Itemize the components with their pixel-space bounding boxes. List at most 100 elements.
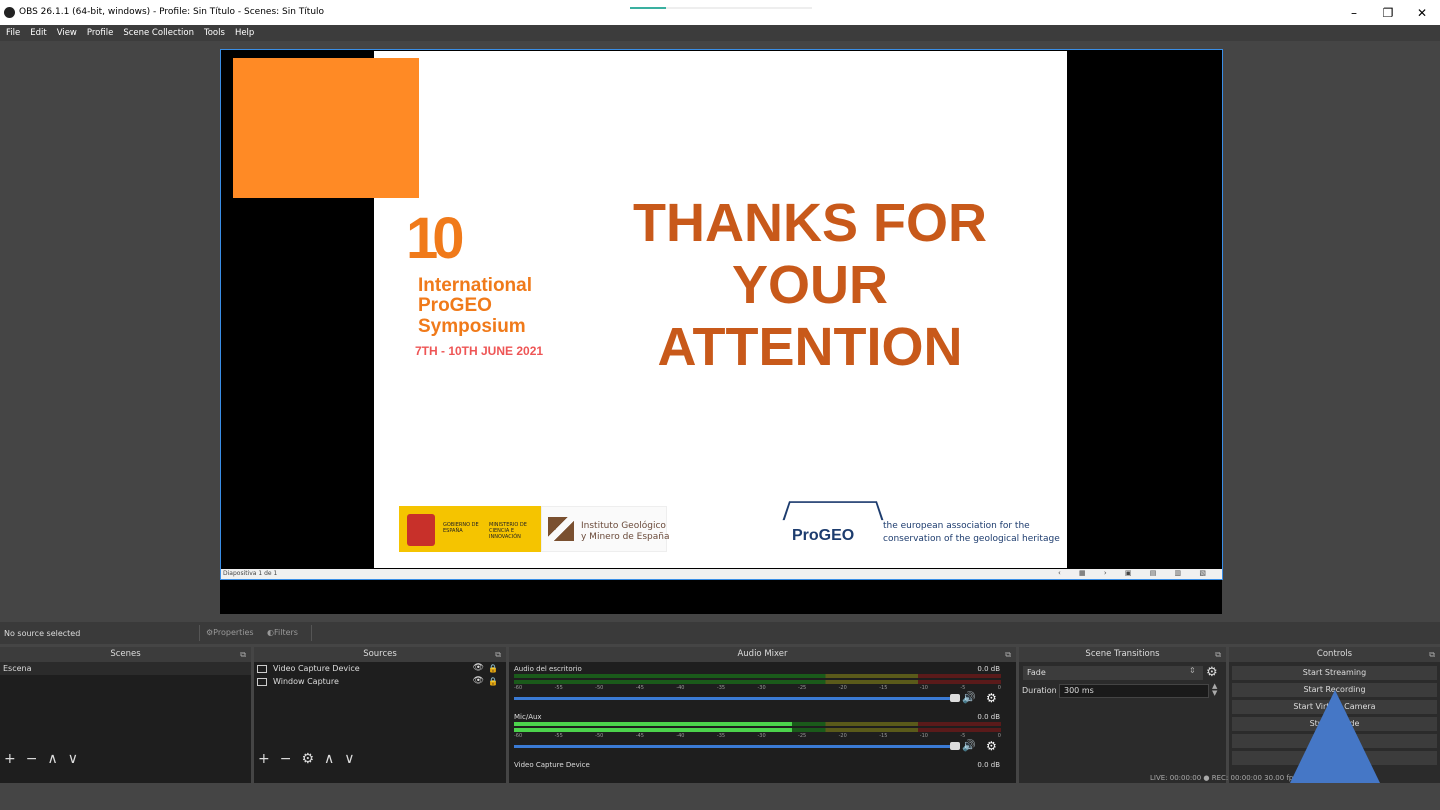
meter-tick-label: -45 bbox=[635, 685, 644, 691]
level-fill bbox=[514, 728, 792, 732]
lock-icon[interactable]: 🔒 bbox=[488, 662, 498, 675]
meter-tick-label: -35 bbox=[716, 733, 726, 739]
undock-icon[interactable]: ⧉ bbox=[240, 647, 246, 662]
move-up-icon[interactable]: ∧ bbox=[324, 750, 334, 768]
tab-indicator bbox=[630, 7, 812, 9]
level-meter bbox=[514, 680, 1001, 684]
scenes-dock: Scenes ⧉ Escena + − ∧ ∨ bbox=[0, 647, 251, 783]
lock-icon[interactable]: 🔒 bbox=[488, 675, 498, 688]
visibility-eye-icon[interactable]: 👁 bbox=[473, 675, 484, 688]
scenes-toolbar: + − ∧ ∨ bbox=[0, 750, 251, 768]
undock-icon[interactable]: ⧉ bbox=[1215, 647, 1221, 662]
filters-button[interactable]: ◐Filters bbox=[267, 628, 298, 637]
mixer-channel: Mic/Aux 0.0 dB -60 -55 -50 -45 -40 -35 -30 -25 -… bbox=[512, 712, 1016, 762]
menu-edit[interactable]: Edit bbox=[30, 25, 46, 41]
move-down-icon[interactable]: ∨ bbox=[344, 750, 354, 768]
transitions-header: Scene Transitions ⧉ bbox=[1019, 647, 1226, 662]
undock-icon[interactable]: ⧉ bbox=[1005, 647, 1011, 662]
meter-tick-label: -55 bbox=[554, 685, 563, 691]
gear-icon[interactable]: ⚙ bbox=[301, 750, 314, 768]
meter-ticks: -60 -55 -50 -45 -40 -35 -30 -25 -20 -15 -10 -5 0 bbox=[514, 685, 1001, 691]
transition-select[interactable]: Fade bbox=[1023, 666, 1203, 680]
scenes-title: Scenes bbox=[110, 649, 141, 659]
volume-slider[interactable] bbox=[514, 742, 960, 750]
duration-label: Duration bbox=[1022, 686, 1057, 695]
gear-icon[interactable]: ⚙ bbox=[986, 691, 997, 705]
meter-tick-label: 0 bbox=[997, 685, 1001, 691]
start-streaming-button[interactable]: Start Streaming bbox=[1232, 666, 1437, 680]
mixer-body: Audio del escritorio 0.0 dB -60 -55 -50 -45… bbox=[509, 662, 1016, 783]
sources-list: Video Capture Device 👁 🔒 Window Capture 👁 🔒 … bbox=[254, 662, 506, 783]
spinner-icon[interactable]: ▲ ▼ bbox=[1212, 683, 1217, 697]
controls-header: Controls ⧉ bbox=[1229, 647, 1440, 662]
obs-logo-icon bbox=[4, 7, 15, 18]
source-label: Window Capture bbox=[273, 677, 339, 686]
close-button[interactable]: ✕ bbox=[1408, 4, 1436, 22]
meter-tick-label: -30 bbox=[757, 733, 766, 739]
divider bbox=[311, 625, 312, 641]
scene-item[interactable]: Escena bbox=[0, 662, 251, 675]
mixer-title: Audio Mixer bbox=[737, 649, 788, 659]
channel-db: 0.0 dB bbox=[977, 713, 1000, 721]
menu-profile[interactable]: Profile bbox=[87, 25, 113, 41]
undock-icon[interactable]: ⧉ bbox=[1429, 647, 1435, 662]
menu-tools[interactable]: Tools bbox=[204, 25, 225, 41]
menu-bar: File Edit View Profile Scene Collection … bbox=[0, 25, 1440, 41]
sources-toolbar: + − ⚙ ∧ ∨ bbox=[254, 750, 506, 768]
speaker-icon[interactable]: 🔊 bbox=[962, 691, 976, 704]
meter-tick-label: -15 bbox=[879, 733, 888, 739]
meter-tick-label: -50 bbox=[595, 733, 604, 739]
channel-db: 0.0 dB bbox=[977, 665, 1000, 673]
status-bar: LIVE: 00:00:00 ● REC: 00:00:00 30.00 fps bbox=[1150, 774, 1297, 782]
meter-tick-label: -20 bbox=[838, 733, 847, 739]
level-meter bbox=[514, 728, 1001, 732]
menu-scene-collection[interactable]: Scene Collection bbox=[123, 25, 194, 41]
meter-tick-label: 0 bbox=[997, 733, 1001, 739]
duration-input[interactable]: 300 ms bbox=[1059, 684, 1209, 698]
source-item[interactable]: Video Capture Device 👁 🔒 bbox=[254, 662, 506, 675]
window-icon bbox=[257, 677, 267, 686]
channel-name: Mic/Aux bbox=[514, 713, 542, 721]
menu-help[interactable]: Help bbox=[235, 25, 254, 41]
minimize-button[interactable]: – bbox=[1340, 4, 1368, 22]
controls-title: Controls bbox=[1316, 649, 1353, 659]
remove-icon[interactable]: − bbox=[280, 750, 292, 768]
meter-tick-label: -25 bbox=[798, 733, 807, 739]
volume-slider[interactable] bbox=[514, 694, 960, 702]
source-label: Video Capture Device bbox=[273, 664, 360, 673]
select-arrows-icon[interactable]: ⇕ bbox=[1189, 666, 1196, 675]
meter-tick-label: -50 bbox=[595, 685, 604, 691]
add-icon[interactable]: + bbox=[258, 750, 270, 768]
move-down-icon[interactable]: ∨ bbox=[68, 750, 78, 768]
source-toolbar: No source selected ⚙Properties ◐Filters bbox=[0, 622, 1440, 644]
properties-button[interactable]: ⚙Properties bbox=[206, 628, 254, 637]
scenes-header: Scenes ⧉ bbox=[0, 647, 251, 662]
remove-icon[interactable]: − bbox=[26, 750, 38, 768]
mixer-header: Audio Mixer ⧉ bbox=[509, 647, 1016, 662]
speaker-icon[interactable]: 🔊 bbox=[962, 739, 976, 752]
add-icon[interactable]: + bbox=[4, 750, 16, 768]
transitions-body: Fade ⇕ ⚙ Duration 300 ms ▲ ▼ bbox=[1019, 662, 1226, 783]
meter-tick-label: -55 bbox=[554, 733, 563, 739]
restore-button[interactable]: ❐ bbox=[1374, 4, 1402, 22]
visibility-eye-icon[interactable]: 👁 bbox=[473, 662, 484, 675]
meter-tick-label: -25 bbox=[798, 685, 807, 691]
level-fill bbox=[514, 722, 792, 726]
source-selection-border bbox=[220, 49, 1223, 580]
undock-icon[interactable]: ⧉ bbox=[495, 647, 501, 662]
source-item[interactable]: Window Capture 👁 🔒 bbox=[254, 675, 506, 688]
gear-icon[interactable]: ⚙ bbox=[986, 739, 997, 753]
meter-tick-label: -20 bbox=[838, 685, 847, 691]
menu-file[interactable]: File bbox=[6, 25, 20, 41]
move-up-icon[interactable]: ∧ bbox=[47, 750, 57, 768]
gear-icon[interactable]: ⚙ bbox=[1206, 665, 1218, 680]
meter-tick-label: -60 bbox=[514, 733, 523, 739]
meter-tick-label: -40 bbox=[676, 685, 685, 691]
audio-mixer-dock: Audio Mixer ⧉ Audio del escritorio 0.0 dB… bbox=[509, 647, 1016, 783]
sources-header: Sources ⧉ bbox=[254, 647, 506, 662]
title-bar: OBS 26.1.1 (64-bit, windows) - Profile: … bbox=[0, 0, 1440, 25]
meter-tick-label: -60 bbox=[514, 685, 523, 691]
channel-db: 0.0 dB bbox=[977, 761, 1000, 769]
divider bbox=[199, 625, 200, 641]
menu-view[interactable]: View bbox=[57, 25, 77, 41]
